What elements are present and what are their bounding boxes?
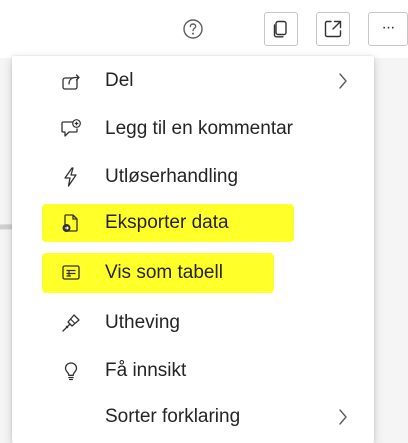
- menu-item-export-data[interactable]: Eksporter data: [12, 200, 374, 246]
- report-canvas: ··· Del Legg til en kommentar Utløserhan…: [0, 0, 408, 443]
- menu-item-label: Vis som tabell: [105, 262, 223, 283]
- focus-mode-icon: [324, 20, 342, 38]
- copy-visual-button[interactable]: [264, 12, 298, 46]
- table-view-icon: [60, 262, 82, 284]
- menu-item-label: Utheving: [105, 312, 180, 333]
- comment-add-icon: [60, 118, 82, 140]
- more-options-icon: ···: [381, 19, 396, 36]
- lightbulb-icon: [60, 360, 82, 382]
- menu-item-label: Få innsikt: [105, 360, 187, 381]
- export-data-icon: [60, 212, 82, 234]
- context-menu: Del Legg til en kommentar Utløserhandlin…: [12, 56, 374, 443]
- menu-item-label: Del: [105, 70, 134, 91]
- menu-item-show-as-table[interactable]: Vis som tabell: [12, 250, 374, 296]
- spotlight-icon: [60, 312, 82, 334]
- share-icon: [60, 70, 82, 92]
- focus-mode-button[interactable]: [316, 12, 350, 46]
- menu-item-label: Eksporter data: [105, 212, 229, 233]
- help-button[interactable]: [176, 12, 210, 46]
- menu-item-label: Sorter forklaring: [105, 406, 241, 427]
- lightning-icon: [60, 166, 82, 188]
- copy-icon: [273, 20, 287, 38]
- chevron-right-icon: [336, 406, 350, 428]
- visual-header-toolbar: ···: [0, 0, 408, 58]
- menu-item-get-insights[interactable]: Få innsikt: [12, 348, 374, 394]
- chevron-right-icon: [336, 70, 350, 92]
- question-circle-icon: [183, 19, 203, 39]
- menu-item-add-comment[interactable]: Legg til en kommentar: [12, 106, 374, 152]
- menu-item-label: Utløserhandling: [105, 166, 239, 187]
- more-options-button[interactable]: ···: [368, 12, 408, 46]
- menu-item-share[interactable]: Del: [12, 58, 374, 104]
- menu-item-spotlight[interactable]: Utheving: [12, 300, 374, 346]
- menu-item-sort-legend[interactable]: Sorter forklaring: [12, 394, 374, 440]
- menu-item-drill-action[interactable]: Utløserhandling: [12, 154, 374, 200]
- menu-item-label: Legg til en kommentar: [105, 118, 293, 139]
